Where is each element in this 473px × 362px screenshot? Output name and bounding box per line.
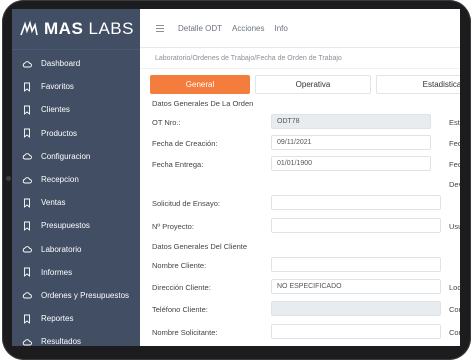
tab-general[interactable]: General (150, 75, 250, 94)
sidebar-item-recepcion[interactable]: Recepcion (12, 168, 140, 191)
right-label-fecha-2: Fec (449, 160, 460, 169)
solicitante-label: Nombre Solicitante: (152, 328, 218, 337)
sidebar-item-ordenes[interactable]: Ordenes y Presupuestos (12, 284, 140, 307)
topbar-link-detalle[interactable]: Detalle ODT (178, 24, 222, 33)
bookmark-icon (21, 220, 33, 232)
sidebar-item-configuracion[interactable]: Configuracion (12, 145, 140, 168)
sidebar-item-label: Presupuestos (41, 221, 90, 231)
sidebar-item-label: Ventas (41, 198, 66, 208)
tablet-frame: MAS LABS Dashboard Favoritos Clientes Pr… (2, 0, 471, 360)
ot-field[interactable]: ODT78 (271, 114, 431, 129)
sidebar-item-informes[interactable]: Informes (12, 261, 140, 284)
direccion-label: Dirección Cliente: (152, 283, 211, 292)
bookmark-icon (21, 81, 33, 93)
telefono-label: Teléfono Cliente: (152, 305, 208, 314)
sidebar-item-label: Configuracion (41, 151, 91, 161)
sidebar-item-laboratorio[interactable]: Laboratorio (12, 238, 140, 261)
topbar-link-acciones[interactable]: Acciones (232, 24, 264, 33)
entrega-label: Fecha Entrega: (152, 160, 204, 169)
app-screen: MAS LABS Dashboard Favoritos Clientes Pr… (12, 9, 460, 346)
right-label-fecha-1: Fec (449, 139, 460, 148)
brand-logo-icon (20, 20, 38, 36)
nombre-cliente-field[interactable] (271, 257, 441, 272)
sidebar-item-clientes[interactable]: Clientes (12, 98, 140, 121)
topbar-link-info[interactable]: Info (274, 24, 287, 33)
right-label-usuario: Usu (449, 222, 460, 231)
direccion-field[interactable]: NO ESPECIFICADO (271, 279, 441, 294)
bookmark-icon (21, 266, 33, 278)
right-label-dev: Dev (449, 180, 460, 189)
cloud-icon (21, 58, 33, 70)
ot-label: OT Nro.: (152, 118, 181, 127)
sidebar-nav: Dashboard Favoritos Clientes Productos C… (12, 50, 140, 346)
creacion-label: Fecha de Creación: (152, 139, 218, 148)
proyecto-field[interactable] (271, 218, 441, 233)
bookmark-icon (21, 127, 33, 139)
menu-icon[interactable] (156, 24, 164, 32)
solicitud-field[interactable] (271, 195, 441, 210)
bookmark-icon (21, 197, 33, 209)
sidebar-item-label: Informes (41, 267, 73, 277)
tab-bar: General Operativa Estadistica (140, 69, 460, 99)
sidebar-item-label: Reportes (41, 314, 74, 324)
section-title-cliente: Datos Generales Del Cliente (152, 242, 248, 251)
cloud-icon (21, 336, 33, 346)
solicitante-field[interactable] (271, 324, 441, 339)
sidebar-item-ventas[interactable]: Ventas (12, 191, 140, 214)
camera-dot (6, 176, 11, 181)
section-title-orden: Datos Generales De La Orden (152, 99, 254, 108)
sidebar-item-label: Ordenes y Presupuestos (41, 290, 130, 300)
cloud-icon (21, 289, 33, 301)
solicitud-label: Solicitud de Ensayo: (152, 199, 220, 208)
sidebar-item-label: Productos (41, 128, 78, 138)
nombre-cliente-label: Nombre Cliente: (152, 261, 207, 270)
sidebar-item-label: Resultados (41, 337, 82, 346)
sidebar-item-favoritos[interactable]: Favoritos (12, 75, 140, 98)
sidebar-item-label: Dashboard (41, 59, 81, 69)
sidebar-item-label: Laboratorio (41, 244, 82, 254)
sidebar-item-label: Favoritos (41, 82, 74, 92)
right-label-cor-2: Cor (449, 328, 460, 337)
sidebar-item-dashboard[interactable]: Dashboard (12, 52, 140, 75)
telefono-field[interactable] (271, 301, 441, 316)
tab-estadistica[interactable]: Estadistica (376, 75, 460, 94)
creacion-field[interactable]: 09/11/2021 (271, 135, 431, 150)
sidebar: MAS LABS Dashboard Favoritos Clientes Pr… (12, 9, 140, 346)
right-label-estado: Esta (449, 118, 460, 127)
brand: MAS LABS (12, 9, 140, 50)
entrega-field[interactable]: 01/01/1900 (271, 156, 431, 171)
cloud-icon (21, 174, 33, 186)
cloud-icon (21, 150, 33, 162)
tab-operativa[interactable]: Operativa (255, 75, 371, 94)
right-label-loc: Loc (449, 283, 460, 292)
main-content: Detalle ODT Acciones Info Laboratorio/Or… (140, 9, 460, 346)
cloud-icon (21, 243, 33, 255)
sidebar-item-resultados[interactable]: Resultados (12, 330, 140, 346)
sidebar-item-presupuestos[interactable]: Presupuestos (12, 214, 140, 237)
sidebar-item-productos[interactable]: Productos (12, 122, 140, 145)
proyecto-label: Nº Proyecto: (152, 222, 194, 231)
sidebar-item-label: Clientes (41, 105, 70, 115)
right-label-cor-1: Cor (449, 305, 460, 314)
sidebar-item-label: Recepcion (41, 175, 79, 185)
brand-name: MAS LABS (44, 19, 134, 38)
bookmark-icon (21, 313, 33, 325)
sidebar-item-reportes[interactable]: Reportes (12, 307, 140, 330)
breadcrumb: Laboratorio/Ordenes de Trabajo/Fecha de … (140, 48, 460, 69)
bookmark-icon (21, 104, 33, 116)
topbar: Detalle ODT Acciones Info (140, 9, 460, 48)
